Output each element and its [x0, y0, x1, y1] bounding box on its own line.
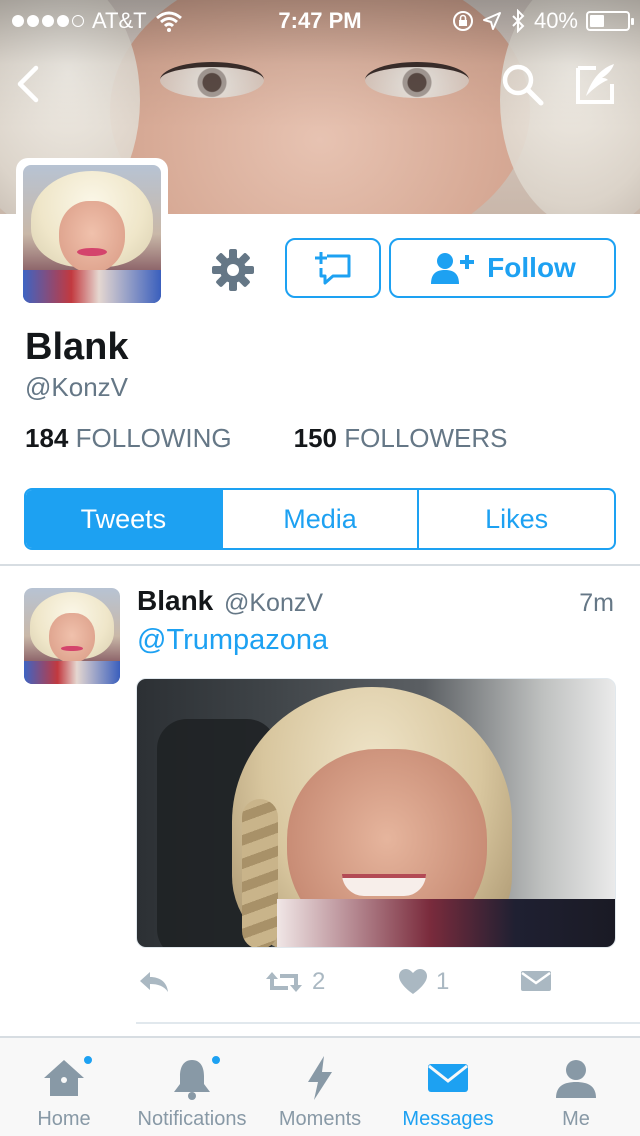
tweet-mention-link[interactable]: @Trumpazona	[137, 624, 328, 657]
tab-moments[interactable]: Moments	[268, 1038, 372, 1136]
following-count: 184	[25, 423, 69, 453]
tab-likes[interactable]: Likes	[419, 490, 614, 548]
profile-stats: 184 FOLLOWING 150 FOLLOWERS	[25, 423, 508, 454]
message-plus-icon	[315, 252, 351, 285]
tweet-author-name[interactable]: Blank	[137, 585, 213, 617]
person-icon	[556, 1060, 596, 1098]
followers-stat[interactable]: 150 FOLLOWERS	[294, 423, 508, 454]
tab-label: Home	[37, 1108, 91, 1130]
rotation-lock-icon	[452, 11, 473, 31]
profile-handle: @KonzV	[25, 372, 128, 402]
divider	[136, 1022, 640, 1024]
notifications-badge	[210, 1054, 222, 1066]
gear-icon[interactable]	[210, 247, 256, 293]
profile-screen: AT&T 7:47 PM 40% Follow Blank @KonzV 184…	[0, 0, 640, 1136]
battery-percent: 40%	[533, 8, 578, 33]
envelope-icon	[428, 1064, 468, 1092]
profile-display-name: Blank	[25, 326, 129, 368]
divider	[0, 564, 640, 566]
back-icon[interactable]	[12, 62, 46, 106]
like-count: 1	[436, 968, 450, 995]
heart-icon	[399, 969, 427, 994]
like-button[interactable]: 1	[398, 968, 449, 996]
tab-tweets[interactable]: Tweets	[26, 490, 223, 548]
tab-label: Me	[562, 1108, 590, 1130]
home-icon	[44, 1060, 84, 1096]
tweet-actions: 2 1	[136, 968, 616, 1008]
tweet-avatar[interactable]	[24, 588, 120, 684]
lightning-icon	[308, 1056, 332, 1100]
home-badge	[82, 1054, 94, 1066]
tab-media[interactable]: Media	[223, 490, 420, 548]
tweet-author-handle[interactable]: @KonzV	[224, 589, 323, 618]
followers-label: FOLLOWERS	[344, 423, 508, 453]
retweet-icon	[266, 972, 302, 992]
status-bar: AT&T 7:47 PM 40%	[0, 0, 640, 40]
bluetooth-icon	[512, 9, 525, 33]
add-user-icon	[431, 253, 475, 284]
battery-icon	[586, 11, 634, 31]
avatar-image	[23, 165, 161, 303]
tab-me[interactable]: Me	[540, 1038, 612, 1136]
follow-button[interactable]: Follow	[389, 238, 616, 298]
following-label: FOLLOWING	[75, 423, 232, 453]
tweet-timestamp: 7m	[579, 589, 614, 617]
profile-tabs: Tweets Media Likes	[24, 488, 616, 550]
reply-button[interactable]	[136, 968, 172, 996]
tab-messages[interactable]: Messages	[392, 1038, 504, 1136]
bottom-tab-bar: Home Notifications Moments Messages Me	[0, 1036, 640, 1136]
tab-label: Notifications	[137, 1108, 247, 1130]
tab-label: Moments	[278, 1108, 362, 1130]
location-icon	[482, 12, 501, 30]
direct-message-tweet-button[interactable]	[520, 968, 552, 994]
bell-icon	[174, 1060, 210, 1100]
reply-icon	[140, 972, 168, 992]
following-stat[interactable]: 184 FOLLOWING	[25, 423, 232, 454]
avatar-image	[24, 588, 120, 684]
direct-message-button[interactable]	[285, 238, 381, 298]
retweet-count: 2	[312, 968, 326, 995]
envelope-icon	[521, 971, 551, 991]
compose-tweet-icon[interactable]	[572, 60, 620, 108]
search-icon[interactable]	[498, 60, 546, 108]
profile-avatar[interactable]	[16, 158, 168, 310]
tweet-photo[interactable]	[136, 678, 616, 948]
retweet-button[interactable]: 2	[264, 968, 325, 996]
tab-label: Messages	[402, 1108, 494, 1130]
followers-count: 150	[293, 423, 338, 453]
follow-label: Follow	[487, 252, 576, 283]
tab-notifications[interactable]: Notifications	[126, 1038, 258, 1136]
tab-home[interactable]: Home	[18, 1038, 110, 1136]
